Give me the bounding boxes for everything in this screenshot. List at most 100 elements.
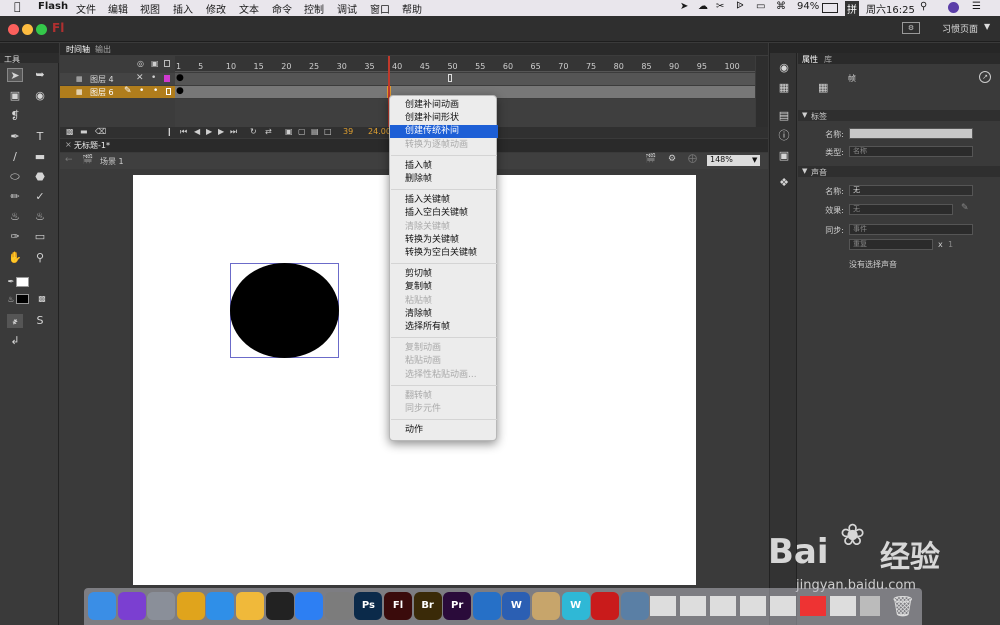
end-frame-marker[interactable] (448, 74, 452, 82)
new-folder-icon[interactable]: ▬ (80, 127, 88, 136)
workspace-switcher[interactable]: 习惯页面 (942, 22, 978, 35)
keyframe-dot[interactable]: ● (176, 86, 184, 96)
effect-select[interactable]: 无 (849, 204, 953, 215)
layer-row[interactable]: ▦ 图层 4 ✕ • (60, 73, 175, 85)
context-menu-item[interactable]: 删除帧 (390, 173, 498, 186)
menu-text[interactable]: 文本 (239, 1, 259, 16)
tab-properties[interactable]: 属性 (802, 54, 818, 65)
eyedropper-tool-icon[interactable]: ✑ (7, 230, 23, 244)
flash-player-icon[interactable] (591, 592, 620, 620)
repeat-select[interactable]: 重复 (849, 239, 933, 250)
battery-icon[interactable] (822, 3, 838, 13)
zoom-window-button[interactable] (36, 24, 47, 35)
eraser-tool-icon[interactable]: ▭ (32, 230, 48, 244)
premiere-icon[interactable]: Pr (443, 592, 472, 620)
context-menu-item[interactable]: 转换为空白关键帧 (390, 247, 498, 260)
word-icon[interactable]: W (502, 592, 531, 620)
oval-tool-icon[interactable]: ⬭ (7, 170, 23, 184)
clock[interactable]: 周六16:25 (866, 1, 915, 16)
layer-outline-swatch[interactable] (164, 75, 170, 82)
system-preferences-icon[interactable] (324, 592, 353, 620)
step-forward-icon[interactable]: ▶ (218, 127, 224, 136)
recent-window-thumbnail[interactable] (770, 596, 796, 616)
black-oval-shape[interactable] (230, 263, 339, 358)
hidden-icon[interactable]: ✕ (136, 73, 144, 83)
recent-window-thumbnail[interactable] (680, 596, 706, 616)
straighten-icon[interactable]: ↲ (7, 334, 23, 348)
subselection-tool-icon[interactable]: ➥ (32, 68, 48, 82)
delete-layer-icon[interactable]: ⌫ (95, 127, 106, 136)
context-menu-item[interactable]: 插入帧 (390, 160, 498, 173)
frame-track[interactable]: ● (175, 73, 755, 85)
sync-select[interactable]: 事件 (849, 224, 973, 235)
help-icon[interactable]: ↗ (979, 71, 991, 83)
qq-icon[interactable] (265, 592, 294, 620)
user-avatar[interactable] (948, 2, 959, 13)
layer-visible-dot[interactable]: • (139, 86, 144, 96)
onion-skin-icon[interactable]: ▣ (285, 127, 293, 136)
brush-tool-icon[interactable]: ✓ (32, 190, 48, 204)
wps-icon[interactable]: W (561, 592, 590, 620)
sync-icon[interactable]: ⇄ (265, 127, 272, 136)
layer-row-selected[interactable]: ▦ 图层 6 ✎ • • (60, 86, 175, 98)
center-stage-icon[interactable]: ⨁ (688, 154, 697, 164)
pencil-tool-icon[interactable]: ✏ (7, 190, 23, 204)
bluetooth-icon[interactable]: ᐉ (736, 1, 744, 12)
menu-view[interactable]: 视图 (140, 1, 160, 16)
lock-icon[interactable]: ▣ (151, 59, 159, 68)
recent-window-thumbnail[interactable] (800, 596, 826, 616)
wifi-icon[interactable]: ⌘ (776, 1, 786, 12)
step-back-icon[interactable]: ◀ (194, 127, 200, 136)
edit-scene-icon[interactable]: 🎬 (645, 154, 656, 164)
context-menu-item[interactable]: 复制帧 (390, 281, 498, 294)
tab-timeline[interactable]: 时间轴 (66, 44, 90, 55)
context-menu-item[interactable]: 创建传统补间 (390, 125, 498, 139)
edit-symbols-icon[interactable]: ⚙ (668, 154, 676, 164)
preview-icon[interactable] (532, 592, 560, 620)
frame-type-select[interactable]: 名称 (849, 146, 973, 157)
layer-lock-dot[interactable]: • (151, 73, 156, 83)
apple-icon[interactable]:  (14, 0, 21, 13)
appstore-icon[interactable] (295, 592, 324, 620)
label-section-header[interactable]: ▼ 标签 (798, 110, 1000, 121)
text-tool-icon[interactable]: T (32, 130, 48, 144)
polystar-tool-icon[interactable]: ⬣ (32, 170, 48, 184)
onion-outline-icon[interactable]: ▢ (298, 127, 306, 136)
context-menu-item[interactable]: 动作 (390, 424, 498, 437)
close-tab-icon[interactable]: × (65, 140, 72, 149)
object-drawing-icon[interactable]: ҂ (7, 314, 23, 328)
loop-icon[interactable]: ↻ (250, 127, 257, 136)
outline-icon[interactable] (164, 60, 170, 67)
close-window-button[interactable] (8, 24, 19, 35)
line-tool-icon[interactable]: ∕ (7, 150, 23, 164)
first-frame-icon[interactable]: ⏮ (180, 127, 187, 137)
menu-help[interactable]: 帮助 (402, 1, 422, 16)
menu-edit[interactable]: 编辑 (108, 1, 128, 16)
fill-color-swatch[interactable] (16, 294, 29, 304)
back-arrow-icon[interactable]: ← (65, 155, 73, 165)
quicktime-icon[interactable] (472, 592, 501, 620)
eye-icon[interactable]: ◎ (137, 59, 144, 68)
modify-markers-icon[interactable]: □ (324, 127, 332, 136)
chrome-icon[interactable] (176, 592, 205, 620)
tab-output[interactable]: 输出 (95, 44, 111, 55)
sound-section-header[interactable]: ▼ 声音 (798, 166, 1000, 177)
pen-tool-icon[interactable]: ✒ (7, 130, 23, 144)
paint-bucket-tool-icon[interactable]: ♨ (7, 210, 23, 224)
context-menu-item[interactable]: 转换为关键帧 (390, 234, 498, 247)
sync-settings-icon[interactable]: ⚙ (902, 22, 920, 34)
context-menu-item[interactable]: 插入空白关键帧 (390, 207, 498, 220)
menu-flash[interactable]: Flash (38, 1, 68, 12)
search-icon[interactable]: ⚲ (920, 1, 927, 12)
layer-name[interactable]: 图层 4 (90, 74, 114, 85)
menu-commands[interactable]: 命令 (272, 1, 292, 16)
menu-window[interactable]: 窗口 (370, 1, 390, 16)
play-icon[interactable]: ▶ (206, 127, 212, 136)
edit-sound-icon[interactable]: ✎ (961, 203, 969, 213)
last-frame-icon[interactable]: ⏭ (230, 127, 237, 137)
layer-outline-swatch[interactable] (166, 88, 171, 95)
info-panel-icon[interactable]: ⓘ (776, 129, 792, 143)
timeline-vertical-scrollbar[interactable] (756, 56, 768, 128)
cloud-icon[interactable]: ☁ (698, 1, 708, 12)
ink-bottle-tool-icon[interactable]: ♨ (32, 210, 48, 224)
